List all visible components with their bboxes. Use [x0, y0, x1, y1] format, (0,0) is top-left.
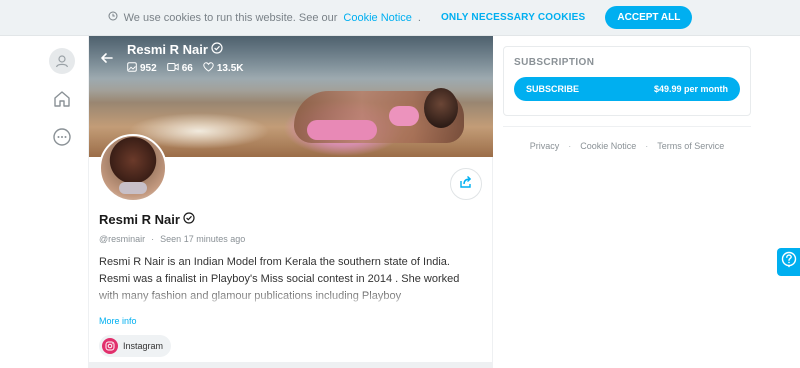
footer-separator: · [568, 141, 572, 151]
subscription-card: SUBSCRIPTION SUBSCRIBE $49.99 per month [503, 46, 751, 116]
avatar[interactable] [99, 134, 167, 202]
heart-icon [203, 62, 214, 75]
clock-icon [108, 11, 118, 24]
cover-figure-head [424, 88, 458, 128]
profile-stats: 952 66 13.5K [127, 62, 244, 75]
cookie-notice-footer-link[interactable]: Cookie Notice [580, 141, 636, 151]
only-necessary-cookies-button[interactable]: ONLY NECESSARY COOKIES [435, 12, 591, 23]
photos-stat: 952 [127, 62, 157, 75]
cover-header: Resmi R Nair 952 66 13.5K [89, 36, 493, 81]
image-icon [127, 62, 137, 75]
subscribe-button[interactable]: SUBSCRIBE $49.99 per month [514, 77, 740, 101]
video-icon [166, 62, 179, 75]
instagram-link[interactable]: Instagram [99, 335, 172, 357]
avatar-detail [119, 182, 147, 194]
photos-count: 952 [140, 63, 157, 74]
videos-count: 66 [181, 63, 193, 74]
privacy-link[interactable]: Privacy [530, 141, 560, 151]
seen-label: Seen [160, 234, 182, 244]
verified-icon [211, 42, 223, 57]
meta-separator: · [151, 234, 155, 244]
verified-icon [183, 212, 195, 227]
profile-name: Resmi R Nair [99, 212, 180, 227]
accept-all-button[interactable]: ACCEPT ALL [605, 6, 693, 29]
cookie-text: We use cookies to run this website. See … [123, 11, 338, 24]
help-button[interactable] [777, 248, 800, 276]
cookie-message: We use cookies to run this website. See … [108, 11, 421, 24]
profile-column: Resmi R Nair 952 66 13.5K Resmi R Nair @… [88, 36, 493, 368]
cookie-notice-link[interactable]: Cookie Notice [343, 12, 411, 24]
likes-count: 13.5K [216, 63, 244, 74]
share-button[interactable] [450, 168, 482, 200]
subscribe-price: $49.99 per month [653, 84, 728, 94]
footer-separator: · [645, 141, 649, 151]
cookie-period: . [417, 11, 421, 24]
back-arrow-icon[interactable] [99, 50, 115, 66]
seen-status: Seen 17 minutes ago [160, 234, 245, 244]
section-divider [88, 362, 493, 368]
cookie-banner: We use cookies to run this website. See … [0, 0, 800, 36]
cover-figure-detail-2 [389, 106, 419, 126]
user-avatar-icon[interactable] [49, 48, 75, 74]
share-icon [459, 175, 473, 194]
cover-name: Resmi R Nair [127, 42, 208, 57]
cover-info: Resmi R Nair 952 66 13.5K [127, 42, 244, 75]
instagram-icon [102, 338, 118, 354]
seen-time: 17 minutes ago [183, 234, 246, 244]
subscription-title: SUBSCRIPTION [514, 57, 595, 68]
cover-figure-detail [307, 120, 377, 140]
left-navigation [44, 48, 80, 150]
profile-meta: @resminair · Seen 17 minutes ago [99, 234, 482, 244]
subscribe-label: SUBSCRIBE [526, 84, 580, 94]
videos-stat: 66 [166, 62, 193, 75]
footer-links: Privacy · Cookie Notice · Terms of Servi… [503, 126, 751, 151]
more-info-link[interactable]: More info [99, 316, 482, 326]
profile-title: Resmi R Nair [99, 212, 482, 227]
instagram-label: Instagram [123, 341, 164, 351]
more-icon[interactable] [49, 124, 75, 150]
terms-of-service-link[interactable]: Terms of Service [657, 141, 724, 151]
profile-handle: @resminair [99, 234, 146, 244]
profile-details: Resmi R Nair @resminair · Seen 17 minute… [89, 134, 492, 357]
help-icon [781, 251, 797, 274]
bio-fade [99, 286, 479, 306]
likes-stat: 13.5K [203, 62, 244, 75]
cover-title: Resmi R Nair [127, 42, 244, 57]
profile-bio: Resmi R Nair is an Indian Model from Ker… [99, 254, 479, 306]
home-icon[interactable] [49, 86, 75, 112]
